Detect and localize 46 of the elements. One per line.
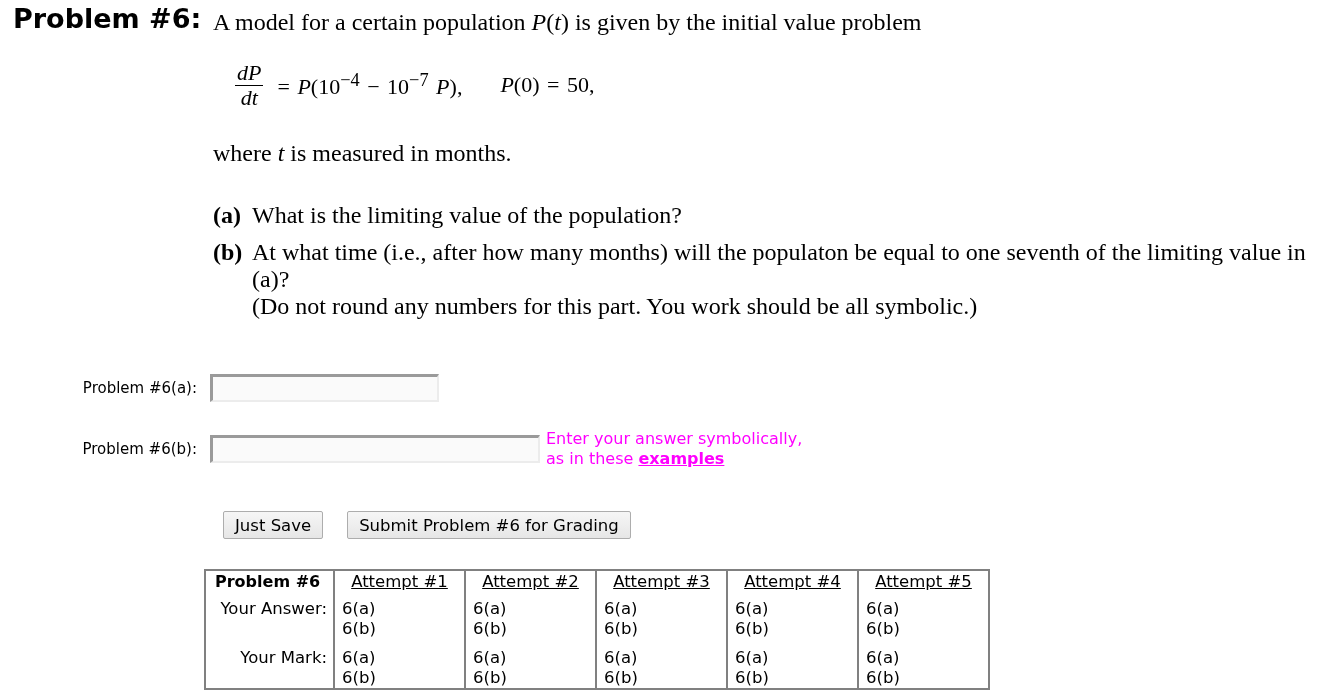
submit-button[interactable]: Submit Problem #6 for Grading bbox=[347, 511, 631, 539]
attempt-link[interactable]: Attempt #1 bbox=[351, 572, 448, 591]
cell-text: 6(b) bbox=[604, 668, 638, 687]
cell-text: 6(a) bbox=[342, 599, 376, 618]
part-label: (b) bbox=[213, 239, 244, 267]
problem-text: A model for a certain population P(t) is given by the initial value problem bbox=[213, 8, 923, 36]
cell-text: 6(a) bbox=[473, 599, 507, 618]
attempt-link[interactable]: Attempt #3 bbox=[613, 572, 710, 591]
initial-condition: P(0) = 50, bbox=[500, 72, 595, 98]
cell-text: 6(b) bbox=[735, 668, 769, 687]
save-button[interactable]: Just Save bbox=[223, 511, 324, 539]
table-header: Problem #6 bbox=[215, 572, 321, 591]
cell-text: 6(b) bbox=[604, 619, 638, 638]
cell-text: 6(a) bbox=[735, 648, 769, 667]
cell-text: 6(a) bbox=[342, 648, 376, 667]
cell-text: 6(a) bbox=[473, 648, 507, 667]
cell-text: 6(b) bbox=[473, 619, 507, 638]
attempt-link[interactable]: Attempt #5 bbox=[875, 572, 972, 591]
answer-field[interactable] bbox=[210, 435, 540, 463]
answer-label: Problem #6(a): bbox=[82, 379, 197, 397]
cell-text: 6(a) bbox=[604, 599, 638, 618]
cell-text: 6(a) bbox=[735, 599, 769, 618]
fraction: dP dt bbox=[235, 61, 264, 109]
answer-label: Problem #6(b): bbox=[82, 440, 197, 458]
question-text: What is the limiting value of the population? bbox=[252, 202, 683, 229]
problem-title: Problem #6: bbox=[12, 8, 203, 30]
part-label: (a) bbox=[213, 202, 242, 229]
hint-text: Enter your answer symbolically, as in these examples bbox=[546, 429, 804, 469]
cell-text: 6(b) bbox=[866, 668, 900, 687]
row-label: Your Answer: bbox=[220, 599, 327, 618]
question-text: (Do not round any numbers for this part. You work should be all symbolic.) bbox=[252, 293, 979, 320]
cell-text: 6(b) bbox=[866, 619, 900, 638]
cell-text: 6(b) bbox=[473, 668, 507, 687]
problem-text: where t is measured in months. bbox=[213, 139, 513, 167]
question-text: At what time (i.e., after how many months) will the populaton be equal to one seventh of the limiting value in (a)? bbox=[252, 239, 1307, 293]
row-label: Your Mark: bbox=[240, 648, 327, 667]
equation-text: = P(10$^{−4}$ − 10$^{−7}$ P), bbox=[277, 69, 463, 101]
answer-field[interactable] bbox=[210, 374, 439, 402]
cell-text: 6(a) bbox=[604, 648, 638, 667]
cell-text: 6(b) bbox=[342, 668, 376, 687]
cell-text: 6(b) bbox=[342, 619, 376, 638]
cell-text: 6(a) bbox=[866, 648, 900, 667]
attempt-link[interactable]: Attempt #4 bbox=[744, 572, 841, 591]
cell-text: 6(a) bbox=[866, 599, 900, 618]
cell-text: 6(b) bbox=[735, 619, 769, 638]
attempt-link[interactable]: Attempt #2 bbox=[482, 572, 579, 591]
